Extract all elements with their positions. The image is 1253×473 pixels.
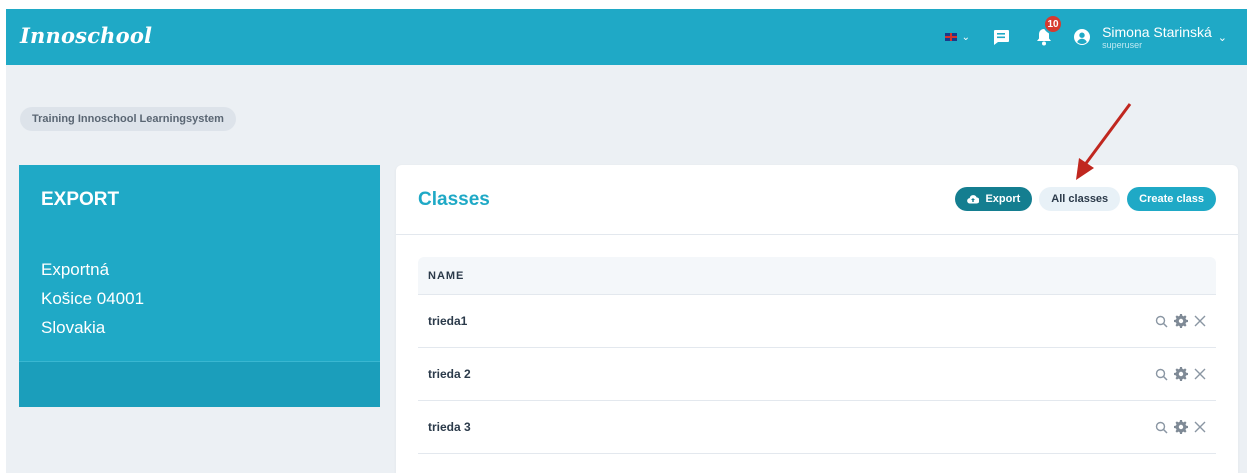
all-classes-button[interactable]: All classes bbox=[1039, 187, 1121, 211]
row-actions bbox=[1149, 314, 1206, 328]
user-info: Simona Starinská superuser bbox=[1102, 24, 1212, 51]
close-icon[interactable] bbox=[1194, 368, 1206, 380]
notifications-button[interactable]: 10 bbox=[1036, 14, 1064, 46]
organization-address: Exportná Košice 04001 Slovakia bbox=[41, 255, 144, 342]
row-actions bbox=[1149, 367, 1206, 381]
annotation-arrow-icon bbox=[1076, 103, 1132, 180]
brand-logo[interactable]: Innoschool bbox=[20, 23, 152, 48]
organization-card: EXPORT Exportná Košice 04001 Slovakia bbox=[19, 165, 380, 407]
cloud-upload-icon bbox=[967, 194, 980, 204]
close-icon[interactable] bbox=[1194, 421, 1206, 433]
table-row[interactable]: trieda 2 bbox=[418, 348, 1216, 401]
table-row[interactable]: trieda1 bbox=[418, 295, 1216, 348]
user-menu[interactable]: Simona Starinská superuser ⌄ bbox=[1074, 24, 1227, 51]
classes-actions: Export All classes Create class bbox=[948, 187, 1216, 211]
address-line: Slovakia bbox=[41, 318, 106, 337]
organization-title: EXPORT bbox=[41, 189, 120, 210]
gear-icon[interactable] bbox=[1174, 420, 1188, 434]
classes-panel: Classes Export All classes Create class … bbox=[396, 165, 1238, 473]
search-icon[interactable] bbox=[1155, 315, 1168, 328]
class-name[interactable]: trieda 3 bbox=[428, 420, 471, 434]
column-header-name[interactable]: NAME bbox=[428, 270, 464, 282]
organization-card-footer bbox=[19, 361, 380, 407]
breadcrumb[interactable]: Training Innoschool Learningsystem bbox=[20, 107, 236, 131]
search-icon[interactable] bbox=[1155, 368, 1168, 381]
gear-icon[interactable] bbox=[1174, 367, 1188, 381]
chevron-down-icon: ⌄ bbox=[961, 31, 971, 43]
messages-icon[interactable] bbox=[992, 29, 1010, 46]
user-role: superuser bbox=[1102, 39, 1143, 50]
page-title: Classes bbox=[418, 189, 490, 210]
user-name: Simona Starinská bbox=[1102, 23, 1212, 40]
table-header: NAME bbox=[418, 257, 1216, 295]
export-label: Export bbox=[985, 193, 1021, 205]
notification-badge: 10 bbox=[1043, 14, 1064, 34]
address-line: Exportná bbox=[41, 260, 110, 279]
navbar-actions: ⌄ 10 Simona Starinská superuser ⌄ bbox=[944, 9, 1227, 65]
language-selector[interactable]: ⌄ bbox=[944, 31, 971, 43]
class-name[interactable]: trieda 2 bbox=[428, 367, 471, 381]
search-icon[interactable] bbox=[1155, 421, 1168, 434]
gear-icon[interactable] bbox=[1174, 314, 1188, 328]
uk-flag-icon bbox=[944, 33, 957, 41]
address-line: Košice 04001 bbox=[41, 289, 145, 308]
chevron-down-icon: ⌄ bbox=[1217, 31, 1227, 44]
top-navbar: Innoschool ⌄ 10 Simona Starinská superus… bbox=[6, 9, 1247, 65]
user-avatar-icon bbox=[1074, 29, 1091, 45]
class-name[interactable]: trieda1 bbox=[428, 314, 467, 328]
create-class-button[interactable]: Create class bbox=[1127, 187, 1216, 211]
table-row[interactable]: trieda 3 bbox=[418, 401, 1216, 454]
row-actions bbox=[1149, 420, 1206, 434]
close-icon[interactable] bbox=[1194, 315, 1206, 327]
export-button[interactable]: Export bbox=[955, 187, 1033, 211]
classes-table: NAME trieda1 trieda 2 trieda 3 bbox=[418, 257, 1216, 454]
